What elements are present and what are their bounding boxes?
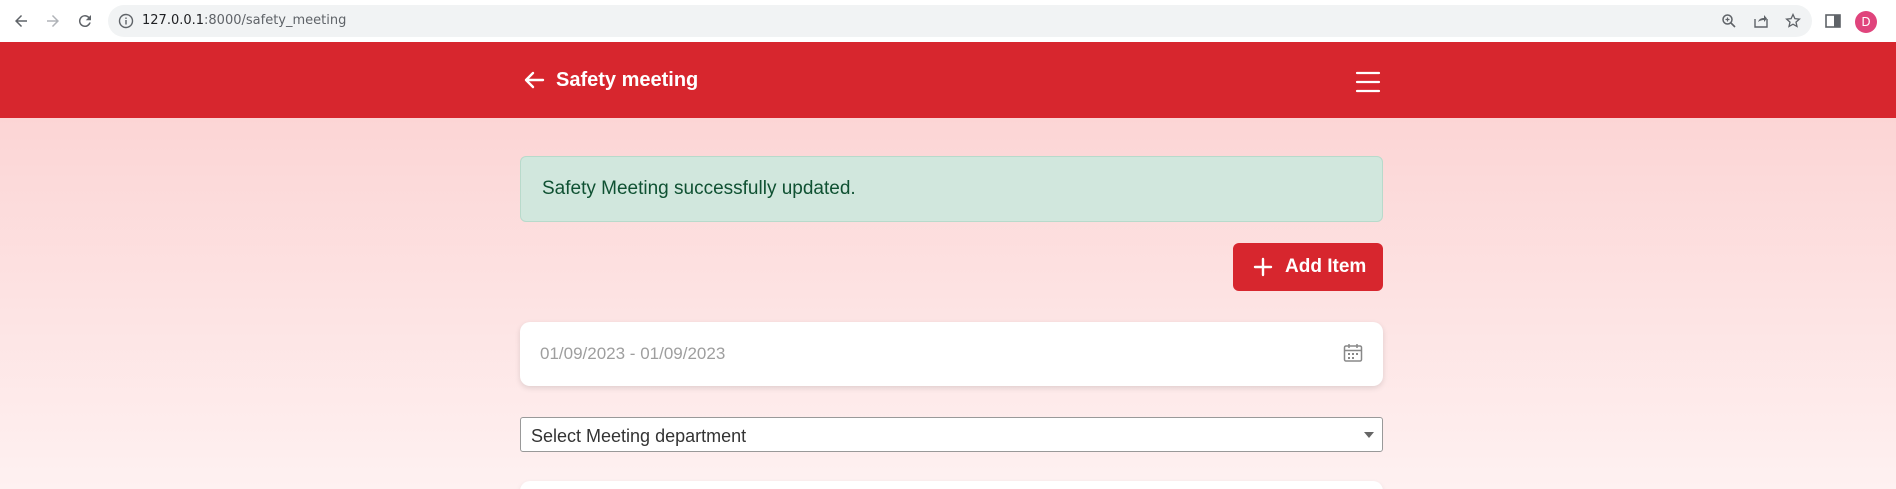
department-select-value: Select Meeting department xyxy=(531,426,747,446)
department-select[interactable]: Select Meeting department xyxy=(520,417,1383,452)
alert-message: Safety Meeting successfully updated. xyxy=(542,178,856,199)
add-item-button[interactable]: Add Item xyxy=(1233,243,1383,291)
back-arrow-icon[interactable] xyxy=(522,68,546,92)
forward-nav-icon[interactable] xyxy=(41,9,65,33)
reload-icon[interactable] xyxy=(73,9,97,33)
zoom-icon[interactable] xyxy=(1721,13,1737,29)
hamburger-menu-icon[interactable] xyxy=(1355,70,1381,94)
url-text: 127.0.0.1:8000/safety_meeting xyxy=(142,13,347,28)
caret-down-icon xyxy=(1364,432,1374,438)
profile-avatar[interactable]: D xyxy=(1855,11,1877,33)
address-bar[interactable]: 127.0.0.1:8000/safety_meeting xyxy=(108,5,1812,37)
share-icon[interactable] xyxy=(1753,13,1769,29)
plus-icon xyxy=(1253,257,1273,277)
browser-toolbar: 127.0.0.1:8000/safety_meeting D xyxy=(0,0,1896,42)
add-item-label: Add Item xyxy=(1285,256,1367,277)
success-alert: Safety Meeting successfully updated. xyxy=(520,156,1383,222)
content-card xyxy=(520,481,1383,489)
calendar-icon[interactable] xyxy=(1342,342,1364,364)
side-panel-icon[interactable] xyxy=(1824,12,1842,30)
date-range-input[interactable]: 01/09/2023 - 01/09/2023 xyxy=(520,322,1383,386)
date-range-placeholder: 01/09/2023 - 01/09/2023 xyxy=(540,344,726,363)
page-title: Safety meeting xyxy=(556,69,699,91)
bookmark-star-icon[interactable] xyxy=(1785,13,1801,29)
site-info-icon[interactable] xyxy=(118,13,134,29)
back-nav-icon[interactable] xyxy=(9,9,33,33)
app-header: Safety meeting xyxy=(0,42,1896,118)
